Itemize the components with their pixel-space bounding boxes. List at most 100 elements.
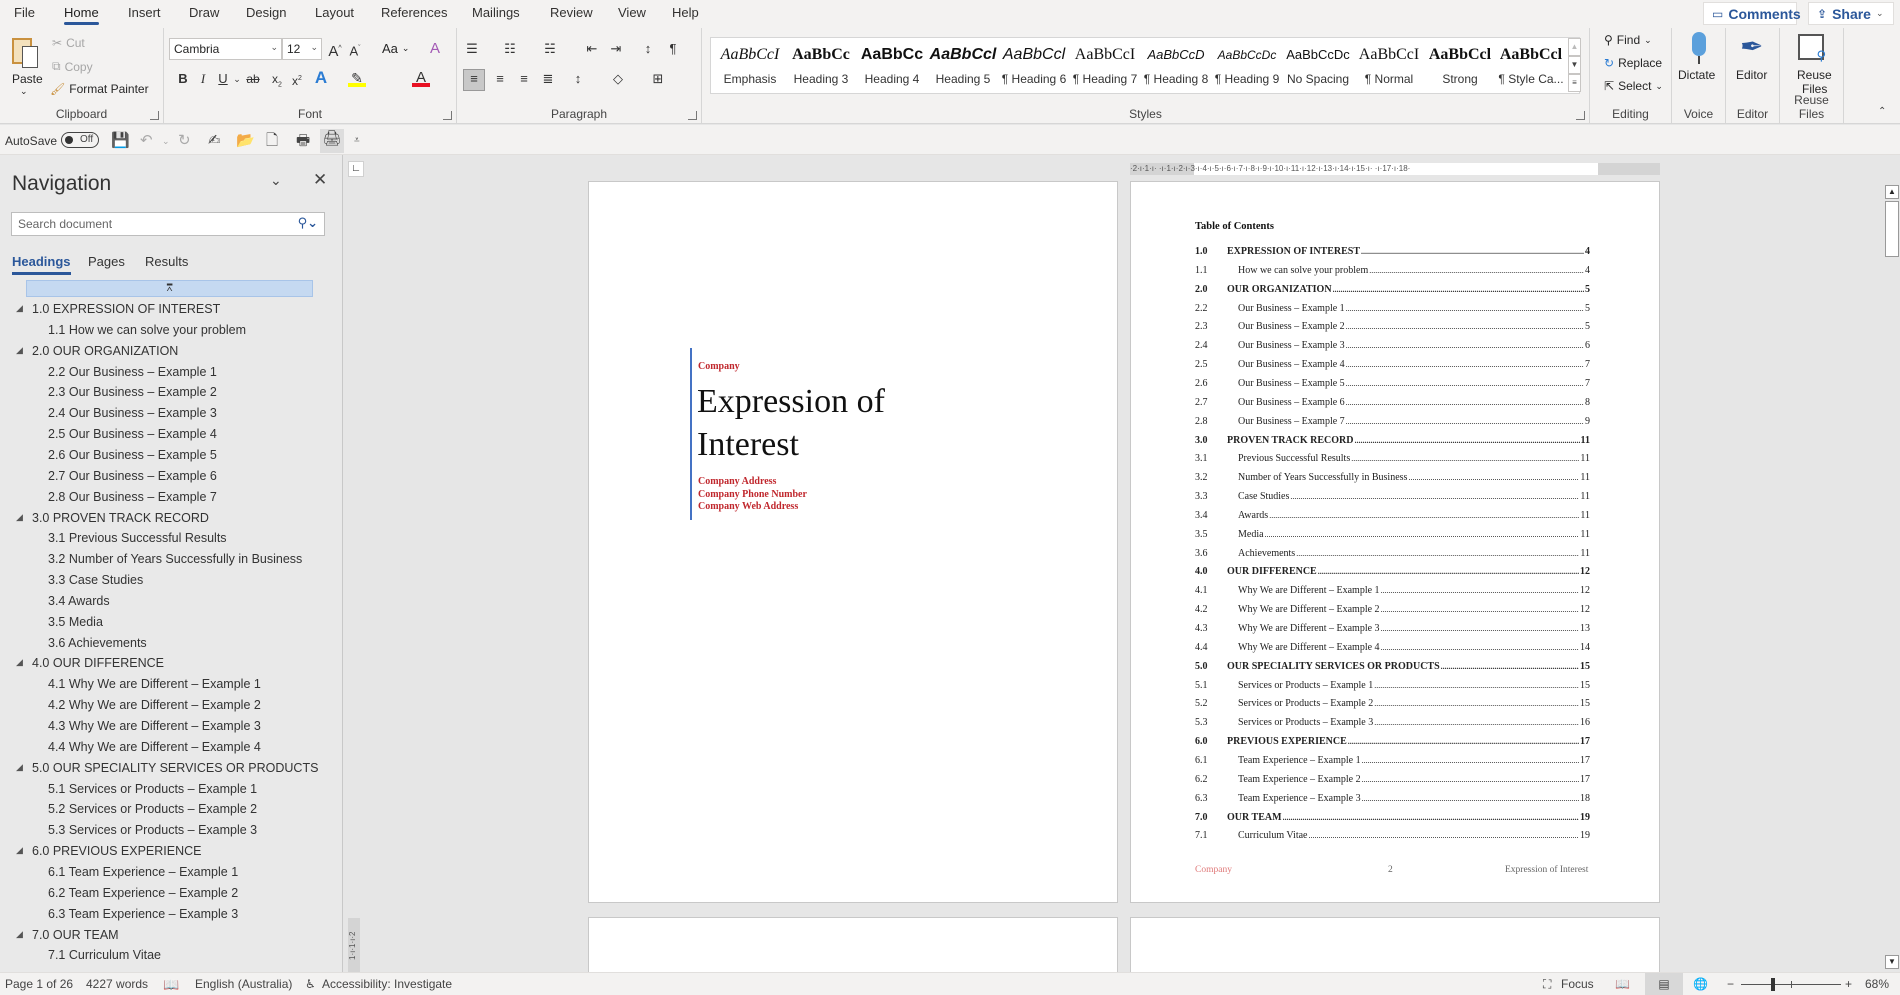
heading-item-level-2[interactable]: 3.4 Awards	[48, 594, 110, 608]
heading-item-level-1[interactable]: ◢ 7.0 OUR TEAM	[16, 928, 119, 942]
toc-entry[interactable]: 6.3 Team Experience – Example 3 18	[1195, 792, 1590, 806]
save-icon[interactable]: 💾	[111, 131, 130, 151]
replace-button[interactable]: ↻ Replace	[1604, 56, 1662, 70]
toc-entry[interactable]: 4.3 Why We are Different – Example 3 13	[1195, 622, 1590, 636]
collapse-triangle-icon[interactable]: ◢	[16, 762, 23, 773]
collapse-triangle-icon[interactable]: ◢	[16, 657, 23, 668]
selected-heading-indicator[interactable]: ⩞	[26, 280, 313, 297]
tab-review[interactable]: Review	[550, 5, 593, 20]
toc-entry[interactable]: 3.3 Case Studies 11	[1195, 490, 1590, 504]
focus-button[interactable]: Focus	[1561, 977, 1594, 991]
editor-pen-icon[interactable]: ✒	[1740, 30, 1763, 63]
shading-icon[interactable]: ◇	[609, 70, 627, 88]
heading-item-level-1[interactable]: ◢ 1.0 EXPRESSION OF INTEREST	[16, 302, 220, 316]
quick-print-icon[interactable]: 🖨	[320, 129, 344, 153]
zoom-out-button[interactable]: −	[1727, 977, 1734, 991]
heading-item-level-2[interactable]: 3.1 Previous Successful Results	[48, 531, 227, 545]
toc-entry[interactable]: 2.6 Our Business – Example 5 7	[1195, 377, 1590, 391]
heading-item-level-2[interactable]: 2.4 Our Business – Example 3	[48, 406, 217, 420]
toc-entry[interactable]: 3.5 Media 11	[1195, 528, 1590, 542]
open-icon[interactable]: 📂	[236, 131, 255, 151]
language[interactable]: English (Australia)	[195, 977, 292, 991]
customize-qat-icon[interactable]: ⩡	[354, 131, 360, 151]
tab-insert[interactable]: Insert	[128, 5, 161, 20]
style-caption[interactable]: AaBbCcl ¶ Style Ca...	[1496, 44, 1566, 86]
paste-icon[interactable]	[10, 34, 42, 70]
text-effects-icon[interactable]: A	[312, 69, 330, 87]
collapse-triangle-icon[interactable]: ◢	[16, 929, 23, 940]
toc-entry[interactable]: 4.0 OUR DIFFERENCE 12	[1195, 565, 1590, 579]
collapse-triangle-icon[interactable]: ◢	[16, 845, 23, 856]
undo-dropdown-icon[interactable]: ⌄	[162, 131, 170, 151]
dictate-button[interactable]: Dictate	[1678, 68, 1715, 82]
font-name-combo[interactable]: Cambria ⌄	[169, 38, 282, 60]
italic-icon[interactable]: I	[194, 70, 212, 88]
heading-item-level-2[interactable]: 6.3 Team Experience – Example 3	[48, 907, 238, 921]
tab-headings[interactable]: Headings	[12, 254, 71, 275]
clear-formatting-icon[interactable]: A	[426, 40, 444, 58]
editor-button[interactable]: Editor	[1736, 68, 1767, 82]
tab-pages[interactable]: Pages	[88, 254, 125, 269]
heading-item-level-2[interactable]: 2.6 Our Business – Example 5	[48, 448, 217, 462]
undo-icon[interactable]: ↶	[140, 131, 153, 151]
toc-entry[interactable]: 4.1 Why We are Different – Example 1 12	[1195, 584, 1590, 598]
accessibility-status[interactable]: Accessibility: Investigate	[322, 977, 452, 991]
justify-icon[interactable]: ≣	[539, 70, 557, 88]
microphone-icon[interactable]	[1692, 32, 1706, 56]
vertical-ruler[interactable]: 1·ı·1·ı·2	[348, 918, 360, 973]
search-input[interactable]: Search document ⚲⌄	[11, 212, 325, 236]
shrink-font-icon[interactable]: Aˇ	[346, 40, 364, 58]
web-layout-icon[interactable]: 🌐	[1693, 977, 1708, 991]
bullets-icon[interactable]: ☰	[463, 40, 481, 58]
gallery-more-icon[interactable]: ≡	[1568, 74, 1581, 92]
zoom-slider-thumb[interactable]	[1771, 978, 1776, 991]
tab-selector-icon[interactable]: ∟	[348, 161, 364, 177]
autosave-toggle[interactable]: Off	[61, 132, 99, 148]
heading-item-level-2[interactable]: 2.2 Our Business – Example 1	[48, 365, 217, 379]
style-strong[interactable]: AaBbCcl Strong	[1425, 44, 1495, 86]
toc-entry[interactable]: 2.8 Our Business – Example 7 9	[1195, 415, 1590, 429]
word-count[interactable]: 4227 words	[86, 977, 148, 991]
toc-entry[interactable]: 3.0 PROVEN TRACK RECORD 11	[1195, 434, 1590, 448]
toc-entry[interactable]: 3.6 Achievements 11	[1195, 547, 1590, 561]
toc-entry[interactable]: 3.2 Number of Years Successfully in Busin…	[1195, 471, 1590, 485]
clipboard-launcher-icon[interactable]	[150, 111, 159, 120]
superscript-icon[interactable]: x2	[288, 70, 306, 88]
tab-draw[interactable]: Draw	[189, 5, 219, 20]
toc-entry[interactable]: 4.4 Why We are Different – Example 4 14	[1195, 641, 1590, 655]
page-count[interactable]: Page 1 of 26	[5, 977, 73, 991]
print-preview-icon[interactable]: 🖶	[296, 131, 310, 151]
search-icon[interactable]: ⚲⌄	[298, 215, 318, 231]
proofing-icon[interactable]: 📖	[163, 977, 179, 993]
strikethrough-icon[interactable]: ab	[244, 70, 262, 88]
toc-entry[interactable]: 3.4 Awards 11	[1195, 509, 1590, 523]
close-icon[interactable]: ✕	[313, 170, 327, 190]
collapse-triangle-icon[interactable]: ◢	[16, 512, 23, 523]
style-heading-7[interactable]: AaBbCcI ¶ Heading 7	[1070, 44, 1140, 86]
subscript-icon[interactable]: x2	[268, 70, 286, 88]
heading-item-level-2[interactable]: 4.3 Why We are Different – Example 3	[48, 719, 261, 733]
paste-dropdown-icon[interactable]: ⌄	[20, 86, 28, 97]
heading-item-level-2[interactable]: 3.3 Case Studies	[48, 573, 143, 587]
tab-view[interactable]: View	[618, 5, 646, 20]
toc-entry[interactable]: 2.5 Our Business – Example 4 7	[1195, 358, 1590, 372]
tab-home[interactable]: Home	[64, 5, 99, 25]
heading-item-level-1[interactable]: ◢ 6.0 PREVIOUS EXPERIENCE	[16, 844, 202, 858]
find-button[interactable]: ⚲ Find ⌄	[1604, 33, 1652, 47]
toc-entry[interactable]: 2.2 Our Business – Example 1 5	[1195, 302, 1590, 316]
gallery-scroll-down-icon[interactable]: ▼	[1568, 56, 1581, 74]
style-heading-9[interactable]: AaBbCcDc ¶ Heading 9	[1212, 44, 1282, 86]
toc-entry[interactable]: 7.0 OUR TEAM 19	[1195, 811, 1590, 825]
vertical-scrollbar[interactable]: ▲ ▼	[1884, 155, 1900, 972]
heading-item-level-2[interactable]: 6.2 Team Experience – Example 2	[48, 886, 238, 900]
tab-design[interactable]: Design	[246, 5, 286, 20]
heading-item-level-2[interactable]: 2.8 Our Business – Example 7	[48, 490, 217, 504]
heading-item-level-1[interactable]: ◢ 5.0 OUR SPECIALITY SERVICES OR PRODUCTS	[16, 761, 318, 775]
tab-results[interactable]: Results	[145, 254, 188, 269]
toc-entry[interactable]: 3.1 Previous Successful Results 11	[1195, 452, 1590, 466]
heading-item-level-2[interactable]: 3.6 Achievements	[48, 636, 147, 650]
font-size-combo[interactable]: 12 ⌄	[282, 38, 322, 60]
scroll-down-icon[interactable]: ▼	[1885, 955, 1899, 969]
toc-entry[interactable]: 5.3 Services or Products – Example 3 16	[1195, 716, 1590, 730]
comments-button[interactable]: ▭ Comments	[1703, 2, 1801, 25]
